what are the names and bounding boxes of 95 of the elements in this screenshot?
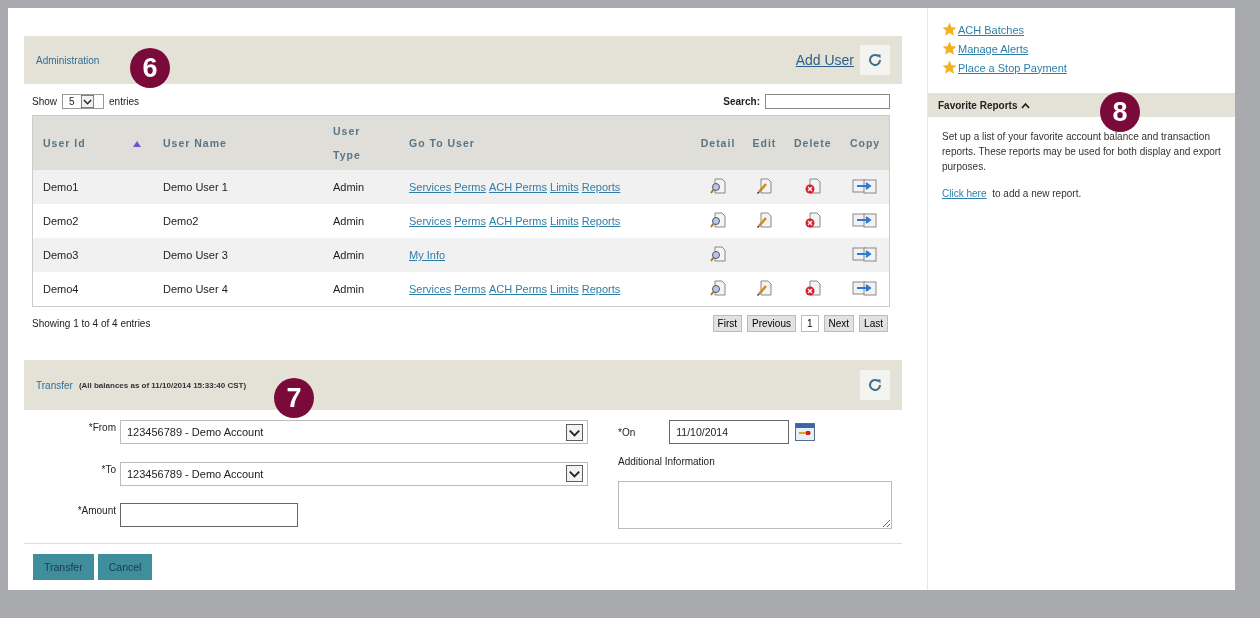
callout-number: 8 — [1100, 92, 1140, 132]
delete-document-icon[interactable] — [803, 177, 822, 195]
user-id-cell: Demo3 — [32, 238, 133, 272]
panel-title: Transfer — [36, 379, 73, 391]
copy-documents-icon[interactable] — [852, 177, 879, 195]
user-link[interactable]: Perms — [454, 181, 486, 193]
search-label: Search: — [723, 96, 760, 107]
to-label: *To — [100, 462, 117, 475]
star-icon — [942, 22, 957, 37]
user-name-cell: Demo User 1 — [153, 170, 323, 204]
column-header[interactable]: User Id — [32, 115, 133, 170]
user-type-cell: Admin — [323, 238, 399, 272]
page-size-select[interactable]: 5 — [62, 94, 104, 109]
user-name-cell: Demo User 3 — [153, 238, 323, 272]
user-name-cell: Demo2 — [153, 204, 323, 238]
copy-documents-icon[interactable] — [852, 211, 879, 229]
copy-documents-icon[interactable] — [852, 279, 879, 297]
magnifier-document-icon[interactable] — [709, 177, 727, 195]
from-account-select[interactable]: 123456789 - Demo Account — [120, 420, 588, 444]
cancel-button[interactable]: Cancel — [97, 554, 153, 580]
add-user-link[interactable]: Add User — [795, 52, 854, 68]
quick-link[interactable]: Manage Alerts — [958, 42, 1029, 55]
refresh-icon[interactable] — [867, 52, 883, 68]
user-link[interactable]: Limits — [550, 283, 579, 295]
user-link[interactable]: Perms — [454, 215, 486, 227]
amount-label: *Amount — [76, 504, 117, 517]
refresh-button[interactable] — [860, 370, 890, 400]
user-link[interactable]: Services — [409, 215, 452, 227]
column-header: Detail — [691, 115, 745, 170]
magnifier-document-icon[interactable] — [709, 245, 727, 263]
caret-up-icon[interactable] — [1021, 101, 1031, 109]
click-here-link[interactable]: Click here — [942, 188, 987, 199]
calendar-icon[interactable] — [795, 423, 816, 441]
pager-button[interactable]: First — [712, 315, 743, 332]
amount-field[interactable] — [120, 503, 298, 528]
column-header: Copy — [841, 115, 890, 170]
sort-arrow-icon[interactable] — [133, 141, 141, 147]
column-header[interactable]: Go To User — [399, 115, 692, 170]
additional-information-label: Additional Information — [618, 456, 716, 467]
column-header: Delete — [784, 115, 842, 170]
user-type-cell: Admin — [323, 272, 399, 307]
copy-documents-icon[interactable] — [852, 245, 879, 263]
user-name-cell: Demo User 4 — [153, 272, 323, 307]
refresh-button[interactable] — [860, 45, 890, 75]
additional-information-field[interactable] — [618, 481, 892, 529]
search-field[interactable] — [765, 94, 890, 109]
user-link[interactable]: Reports — [581, 215, 621, 227]
pager-button[interactable]: Previous — [747, 315, 796, 332]
user-link[interactable]: Limits — [550, 181, 579, 193]
refresh-icon[interactable] — [867, 377, 883, 393]
show-label: Show — [32, 96, 57, 107]
user-link[interactable]: My Info — [409, 249, 446, 261]
user-link[interactable]: Services — [409, 283, 452, 295]
reports-description: Set up a list of your favorite account balance and transaction reports. These reports may be used for both display and export purposes. — [941, 130, 1222, 174]
add-report-sentence: Click here to add a new report. — [941, 187, 1083, 199]
date-field[interactable]: 11/10/2014 — [669, 420, 790, 444]
pencil-document-icon[interactable] — [755, 279, 774, 297]
user-type-cell: Admin — [323, 170, 399, 204]
magnifier-document-icon[interactable] — [709, 211, 727, 229]
column-header: Edit — [744, 115, 785, 170]
entries-label: entries — [109, 96, 140, 107]
entries-summary: Showing 1 to 4 of 4 entries — [32, 318, 151, 329]
pencil-document-icon[interactable] — [755, 177, 774, 195]
star-icon — [942, 41, 957, 56]
transfer-button[interactable]: Transfer — [33, 554, 94, 580]
user-link[interactable]: Reports — [581, 181, 621, 193]
user-link[interactable]: ACH Perms — [488, 215, 548, 227]
user-link[interactable]: Services — [409, 181, 452, 193]
delete-document-icon[interactable] — [803, 211, 822, 229]
user-link[interactable]: Limits — [550, 215, 579, 227]
star-icon — [942, 60, 957, 75]
user-id-cell: Demo4 — [32, 272, 133, 307]
on-label: *On — [618, 426, 636, 438]
panel-title: Administration — [36, 54, 100, 66]
user-link[interactable]: Perms — [454, 283, 486, 295]
pager-button[interactable]: Last — [859, 315, 888, 332]
pencil-document-icon[interactable] — [755, 211, 774, 229]
user-link[interactable]: ACH Perms — [488, 181, 548, 193]
quick-link[interactable]: ACH Batches — [958, 23, 1025, 36]
user-id-cell: Demo1 — [32, 170, 133, 204]
section-title: Favorite Reports — [938, 99, 1018, 111]
column-header[interactable]: User Type — [323, 115, 399, 170]
to-account-select[interactable]: 123456789 - Demo Account — [120, 461, 588, 486]
page-number-button[interactable]: 1 — [800, 315, 819, 332]
pager-button[interactable]: Next — [823, 315, 855, 332]
from-label: *From — [87, 421, 117, 433]
magnifier-document-icon[interactable] — [709, 279, 727, 297]
column-header[interactable]: User Name — [153, 115, 323, 170]
delete-document-icon[interactable] — [803, 279, 822, 297]
user-id-cell: Demo2 — [32, 204, 133, 238]
user-type-cell: Admin — [323, 204, 399, 238]
balances-note: (All balances as of 11/10/2014 15:33:40 CST) — [78, 380, 247, 390]
user-link[interactable]: Reports — [581, 283, 621, 295]
user-link[interactable]: ACH Perms — [488, 283, 548, 295]
quick-link[interactable]: Place a Stop Payment — [958, 61, 1067, 74]
